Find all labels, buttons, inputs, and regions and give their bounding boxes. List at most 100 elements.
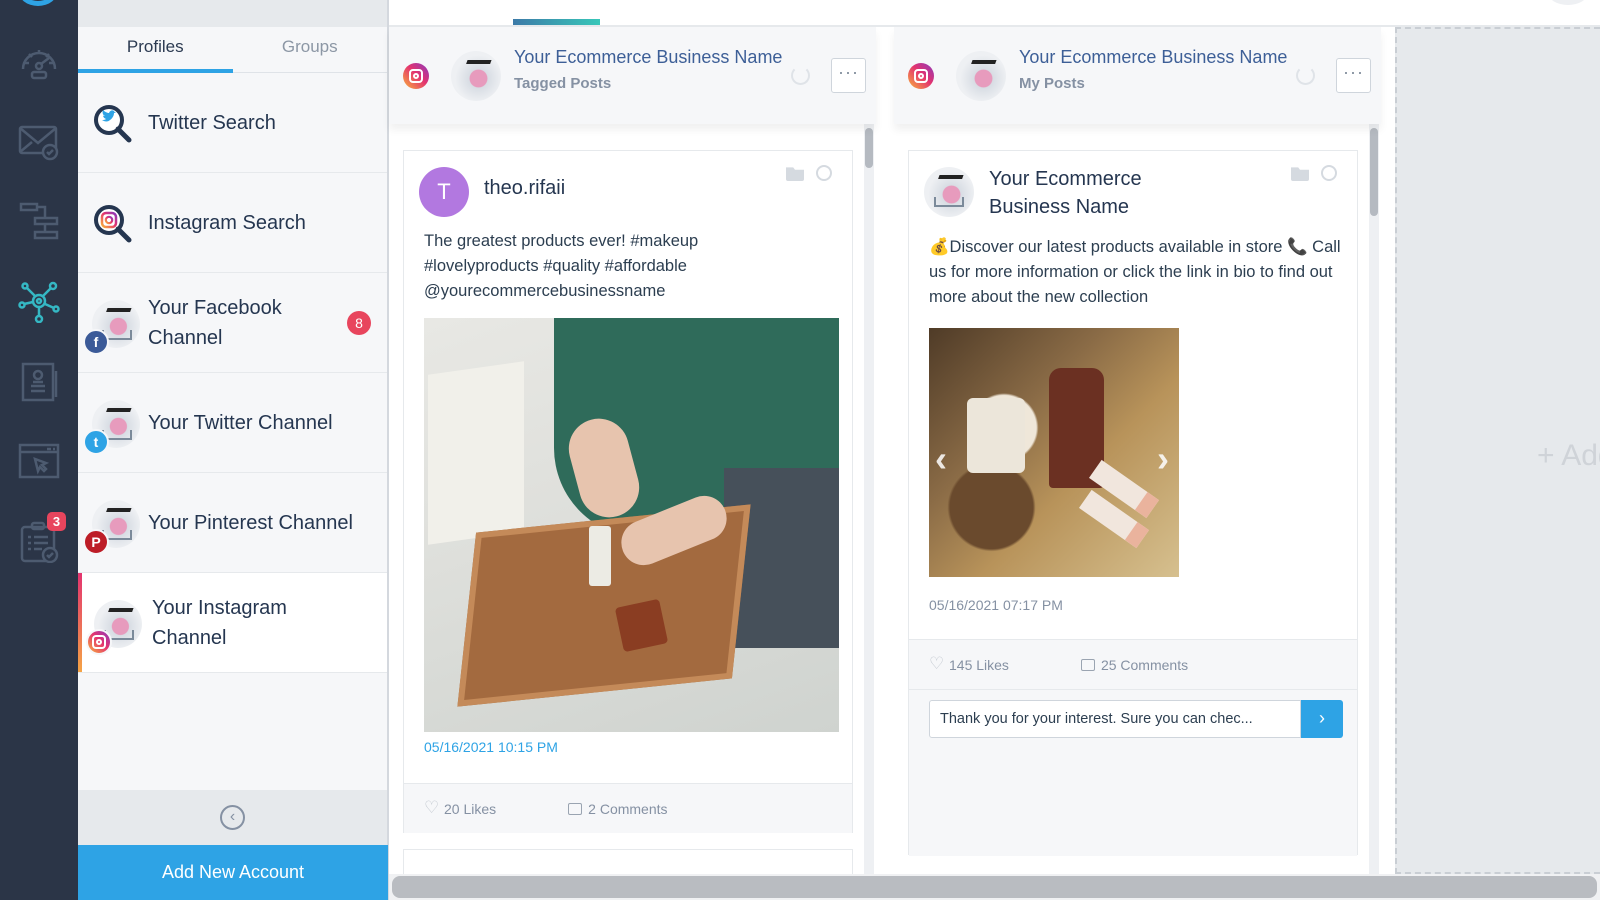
vertical-scrollbar[interactable] (1369, 124, 1379, 874)
post-card: Your Ecommerce Business Name 💰Discover o… (908, 150, 1358, 856)
scrollbar-thumb[interactable] (392, 876, 1597, 898)
chevron-left-circle-icon: ‹ (220, 805, 245, 830)
profile-item-pinterest-channel[interactable]: P Your Pinterest Channel (78, 473, 387, 573)
post-date[interactable]: 05/16/2021 07:17 PM (929, 597, 1063, 613)
stream-title: Your Ecommerce Business Name (1019, 47, 1288, 67)
folder-icon[interactable] (1291, 167, 1309, 181)
likes-button[interactable]: 145 Likes (929, 654, 1009, 674)
post-image[interactable] (424, 318, 839, 732)
contact-card-icon (21, 362, 58, 402)
comment-icon (568, 802, 583, 815)
instagram-icon (86, 629, 112, 655)
folder-icon[interactable] (786, 167, 804, 181)
post-tools (786, 165, 832, 181)
profile-item-instagram-channel[interactable]: Your Instagram Channel (78, 573, 387, 673)
streams-area: Your Ecommerce Business Name Tagged Post… (389, 0, 1600, 900)
post-stats: 145 Likes 25 Comments (909, 639, 1357, 689)
instagram-search-icon (94, 205, 132, 243)
speedometer-icon (21, 50, 57, 80)
stream-more-button[interactable]: ··· (831, 58, 866, 93)
post-stats: 20 Likes 2 Comments (404, 783, 852, 833)
rail-dashboard[interactable] (16, 38, 62, 84)
post-card: T theo.rifaii The greatest products ever… (403, 150, 853, 833)
rail-inbox[interactable] (16, 118, 62, 164)
heart-icon (424, 798, 439, 818)
scrollbar-thumb[interactable] (1370, 128, 1378, 216)
panel-top-spacer (78, 0, 387, 27)
profile-item-twitter-search[interactable]: Twitter Search (78, 73, 387, 173)
gear-icon[interactable] (1321, 165, 1337, 181)
twitter-icon: t (83, 429, 109, 455)
stream-subtitle: My Posts (1019, 75, 1085, 92)
collapse-panel-button[interactable]: ‹ (78, 790, 387, 845)
profile-item-facebook-channel[interactable]: f Your Facebook Channel 8 (78, 273, 387, 373)
reply-input[interactable] (929, 700, 1301, 738)
add-new-account-button[interactable]: Add New Account (78, 845, 388, 900)
comments-button[interactable]: 2 Comments (568, 800, 668, 817)
profile-item-instagram-search[interactable]: Instagram Search (78, 173, 387, 273)
rail-workflow[interactable] (16, 198, 62, 244)
send-reply-button[interactable]: › (1301, 700, 1343, 738)
post-date[interactable]: 05/16/2021 10:15 PM (424, 739, 558, 755)
top-bar (389, 0, 1600, 27)
rail-social[interactable] (16, 278, 62, 324)
add-stream-dropzone[interactable]: + Add (1395, 27, 1600, 874)
post-tools (1291, 165, 1337, 181)
nav-rail: 3 (0, 0, 78, 900)
profile-label: Your Twitter Channel (148, 411, 333, 434)
instagram-icon (403, 63, 429, 89)
tasks-badge: 3 (47, 512, 66, 531)
comments-count: 25 Comments (1100, 656, 1189, 673)
rail-web[interactable] (16, 438, 62, 484)
post-author[interactable]: theo.rifaii (484, 177, 565, 200)
post-card-next (403, 849, 853, 874)
pinterest-icon: P (83, 529, 109, 555)
user-avatar[interactable] (1548, 0, 1588, 5)
stream-more-button[interactable]: ··· (1336, 58, 1371, 93)
stream-avatar (956, 51, 1006, 101)
comment-icon (1080, 658, 1095, 671)
comments-count: 2 Comments (588, 800, 668, 817)
comments-button[interactable]: 25 Comments (1080, 656, 1189, 673)
scrollbar-thumb[interactable] (865, 128, 873, 168)
refresh-icon[interactable] (791, 66, 810, 85)
stream-subtitle: Tagged Posts (514, 75, 612, 92)
tab-groups[interactable]: Groups (233, 27, 388, 72)
network-hub-icon (18, 281, 60, 323)
horizontal-scrollbar[interactable] (389, 874, 1600, 900)
stream-column-my-posts: Your Ecommerce Business Name My Posts ··… (894, 27, 1381, 874)
app: 3 Profiles Groups Twitter Search Instagr… (0, 0, 1600, 900)
stream-feed: Your Ecommerce Business Name 💰Discover o… (894, 124, 1381, 874)
heart-icon (929, 654, 944, 674)
profile-label: Your Pinterest Channel (148, 511, 353, 534)
likes-count: 145 Likes (949, 656, 1009, 673)
tab-profiles[interactable]: Profiles (78, 27, 233, 72)
twitter-search-icon (94, 105, 132, 143)
app-logo[interactable] (18, 0, 58, 6)
likes-button[interactable]: 20 Likes (424, 798, 497, 818)
post-image-carousel[interactable]: ‹ › (929, 328, 1179, 577)
browser-cursor-icon (18, 443, 60, 479)
carousel-next-button[interactable]: › (1157, 438, 1169, 480)
profile-label: Your Instagram Channel (152, 596, 287, 649)
vertical-scrollbar[interactable] (864, 124, 874, 874)
rail-tasks[interactable]: 3 (16, 512, 66, 564)
gear-icon[interactable] (816, 165, 832, 181)
post-author[interactable]: Your Ecommerce Business Name (989, 165, 1169, 221)
profile-item-twitter-channel[interactable]: t Your Twitter Channel (78, 373, 387, 473)
stream-title: Your Ecommerce Business Name (514, 47, 783, 67)
facebook-icon: f (83, 329, 109, 355)
refresh-icon[interactable] (1296, 66, 1315, 85)
author-avatar: T (419, 167, 469, 217)
rail-contacts[interactable] (16, 358, 62, 404)
author-avatar (924, 167, 974, 217)
stream-header: Your Ecommerce Business Name My Posts ··… (894, 27, 1381, 124)
carousel-prev-button[interactable]: ‹ (935, 438, 947, 480)
stream-avatar (451, 51, 501, 101)
notification-badge: 8 (347, 311, 371, 335)
reply-area: › (909, 689, 1357, 856)
loading-indicator (513, 19, 600, 25)
profile-label: Twitter Search (148, 111, 276, 134)
profile-tabs: Profiles Groups (78, 27, 387, 73)
likes-count: 20 Likes (444, 800, 497, 817)
